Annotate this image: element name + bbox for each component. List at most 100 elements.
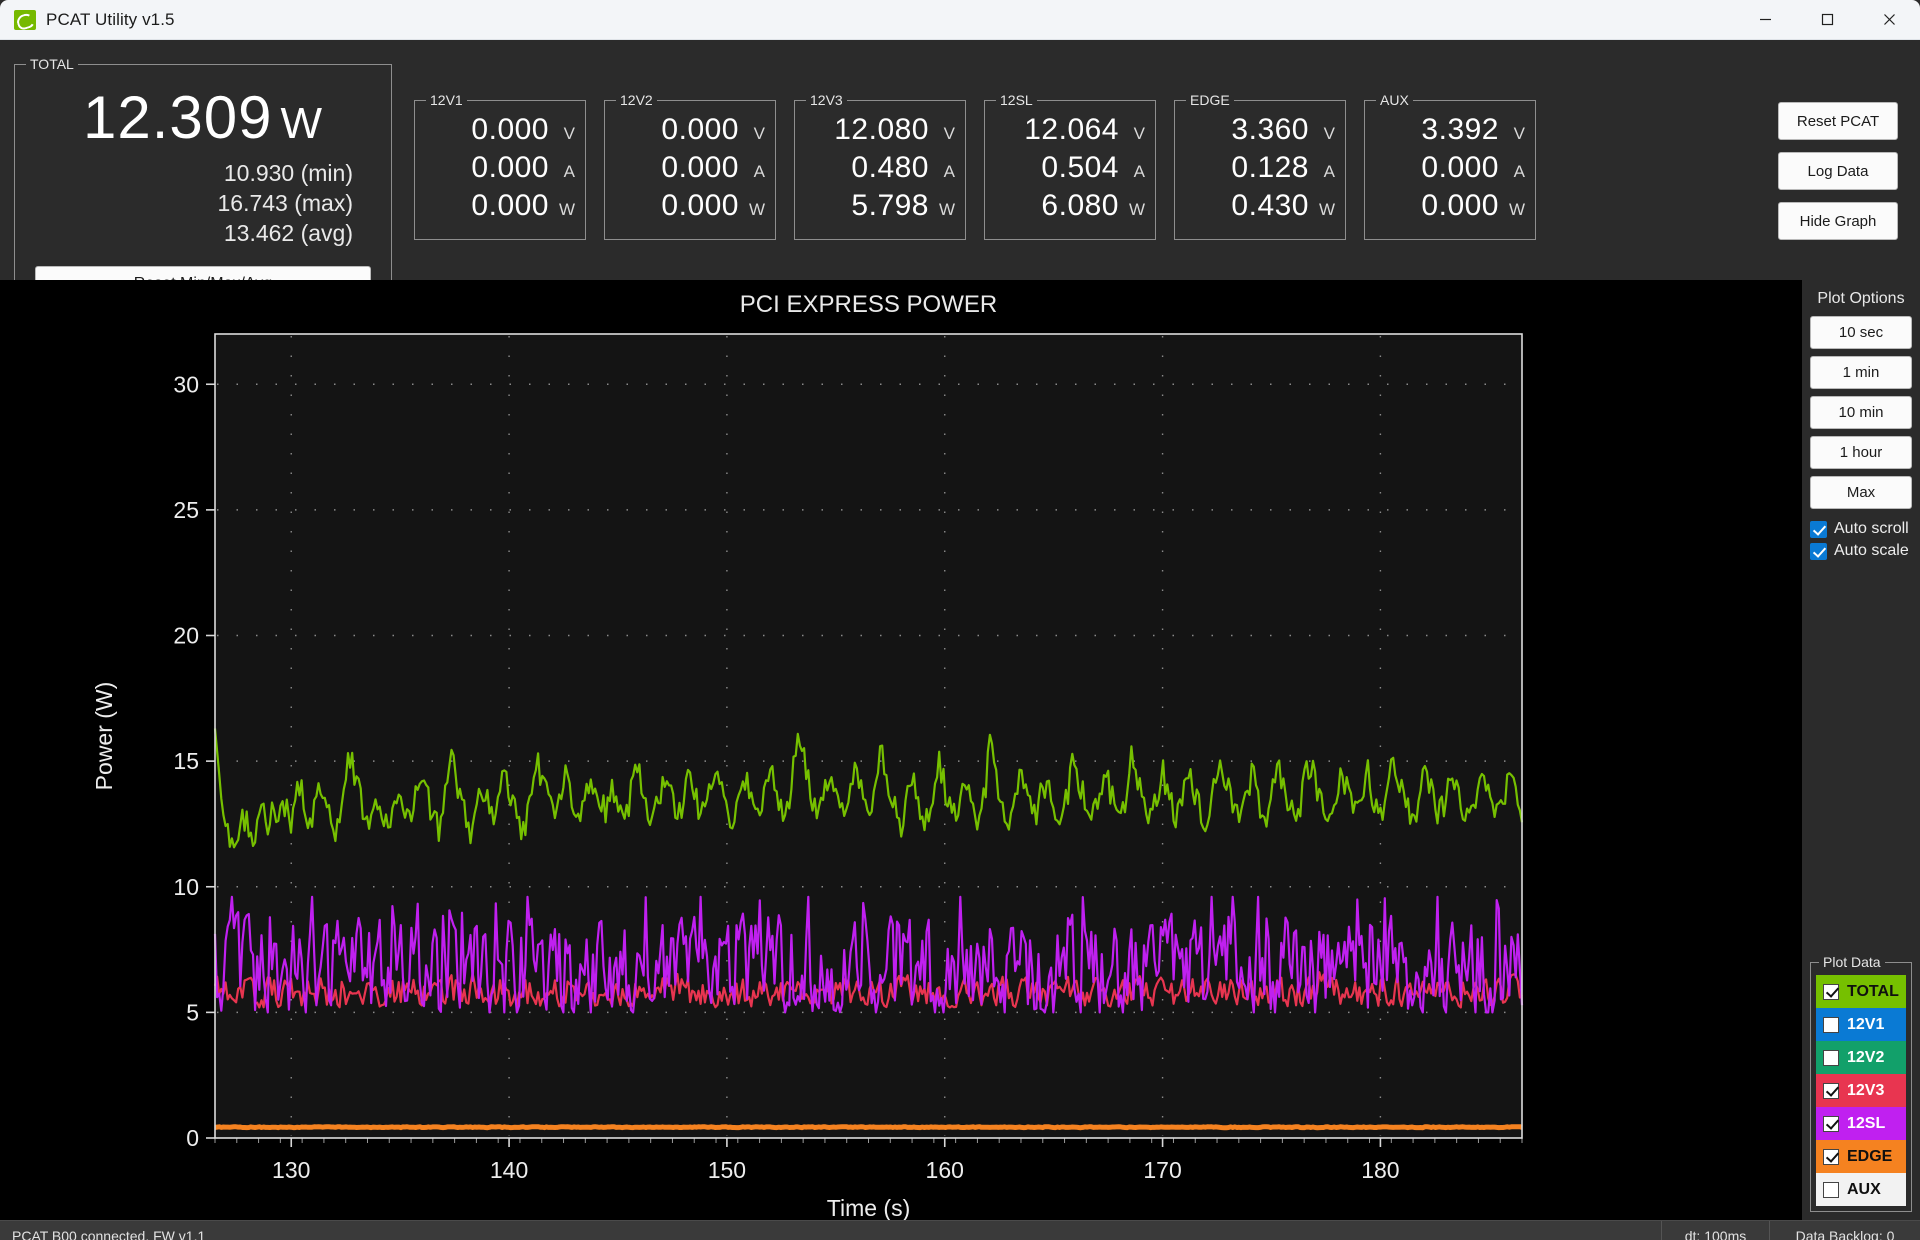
rail-power-unit: W <box>938 200 955 219</box>
action-buttons: Reset PCAT Log Data Hide Graph <box>1778 102 1898 240</box>
checkbox-check-icon <box>1810 542 1827 560</box>
plot-range-10sec-button[interactable]: 10 sec <box>1810 316 1912 349</box>
series-label: 12V3 <box>1847 1081 1885 1099</box>
series-label: 12V1 <box>1847 1015 1885 1033</box>
total-max: 16.743 (max) <box>217 190 353 216</box>
readout-bar: TOTAL 12.309 W 10.930 (min) 16.743 (max) … <box>0 40 1920 339</box>
plot-data-row-total[interactable]: TOTAL <box>1816 975 1906 1008</box>
y-tick-label: 30 <box>173 371 199 397</box>
series-label: EDGE <box>1847 1147 1893 1165</box>
rail-readouts: 12V1 0.000 V 0.000 A 0.000 W 12V2 0.000 V 0.… <box>414 91 1536 240</box>
plot-data-row-12v1[interactable]: 12V1 <box>1816 1008 1906 1041</box>
rail-current-unit: A <box>1323 162 1335 181</box>
chart-title: PCI EXPRESS POWER <box>740 291 997 318</box>
plot-data-row-edge[interactable]: EDGE <box>1816 1140 1906 1173</box>
status-dt: dt: 100ms <box>1662 1221 1770 1240</box>
rail-current: 0.000 <box>1421 151 1499 184</box>
plot-data-row-12sl[interactable]: 12SL <box>1816 1107 1906 1140</box>
rail-panel-12v3: 12V3 12.080 V 0.480 A 5.798 W <box>794 91 966 240</box>
plot-data-row-12v3[interactable]: 12V3 <box>1816 1074 1906 1107</box>
rail-label: EDGE <box>1186 91 1234 109</box>
rail-voltage: 3.360 <box>1231 113 1309 146</box>
plot-data-row-aux[interactable]: AUX <box>1816 1173 1906 1206</box>
rail-voltage: 12.064 <box>1024 113 1119 146</box>
title-bar: PCAT Utility v1.5 <box>0 0 1920 40</box>
rail-power: 5.798 <box>851 189 929 222</box>
auto-scale-label: Auto scale <box>1834 542 1909 559</box>
rail-power: 0.000 <box>661 189 739 222</box>
auto-scroll-checkbox[interactable]: Auto scroll <box>1810 520 1912 538</box>
checkbox-icon <box>1823 1049 1839 1066</box>
rail-panel-aux: AUX 3.392 V 0.000 A 0.000 W <box>1364 91 1536 240</box>
x-axis-label: Time (s) <box>827 1195 910 1220</box>
rail-voltage-unit: V <box>563 124 575 143</box>
total-group-label: TOTAL <box>26 55 78 73</box>
pci-express-power-chart[interactable]: PCI EXPRESS POWER 0 5 10 15 20 25 30 130 140 150 16… <box>0 280 1802 1220</box>
minimize-icon[interactable] <box>1734 0 1796 39</box>
window-controls <box>1734 0 1920 39</box>
rail-current: 0.128 <box>1231 151 1309 184</box>
y-tick-label: 15 <box>173 748 199 774</box>
plot-range-1hour-button[interactable]: 1 hour <box>1810 436 1912 469</box>
nvidia-logo-icon <box>14 9 36 30</box>
total-avg: 13.462 (avg) <box>223 220 353 246</box>
rail-label: 12V2 <box>616 91 657 109</box>
close-icon[interactable] <box>1858 0 1920 39</box>
plot-data-row-12v2[interactable]: 12V2 <box>1816 1041 1906 1074</box>
total-min: 10.930 (min) <box>223 160 353 186</box>
status-connection: PCAT B00 connected, FW v1.1 <box>0 1221 1662 1240</box>
series-label: 12V2 <box>1847 1048 1885 1066</box>
y-tick-label: 10 <box>173 874 199 900</box>
y-tick-label: 0 <box>186 1125 199 1151</box>
plot-data-title: Plot Data <box>1819 953 1885 971</box>
x-tick-label: 170 <box>1143 1157 1181 1183</box>
rail-power-unit: W <box>1128 200 1145 219</box>
series-line-edge <box>214 1124 1523 1131</box>
checkbox-check-icon <box>1823 983 1839 1000</box>
rail-current-unit: A <box>1513 162 1525 181</box>
y-axis-label: Power (W) <box>91 682 117 791</box>
total-stats: 10.930 (min) 16.743 (max) 13.462 (avg) <box>15 158 391 248</box>
rail-voltage-unit: V <box>943 124 955 143</box>
rail-current-unit: A <box>563 162 575 181</box>
checkbox-icon <box>1823 1181 1839 1198</box>
rail-power-unit: W <box>1508 200 1525 219</box>
checkbox-check-icon <box>1810 520 1827 538</box>
window-title: PCAT Utility v1.5 <box>46 9 175 29</box>
x-tick-label: 160 <box>926 1157 964 1183</box>
plot-background <box>215 334 1522 1138</box>
rail-voltage: 0.000 <box>471 113 549 146</box>
maximize-icon[interactable] <box>1796 0 1858 39</box>
plot-range-1min-button[interactable]: 1 min <box>1810 356 1912 389</box>
status-bar: PCAT B00 connected, FW v1.1 dt: 100ms Da… <box>0 1220 1920 1240</box>
plot-range-10min-button[interactable]: 10 min <box>1810 396 1912 429</box>
hide-graph-button[interactable]: Hide Graph <box>1778 202 1898 240</box>
auto-scale-checkbox[interactable]: Auto scale <box>1810 542 1912 560</box>
rail-voltage-unit: V <box>1133 124 1145 143</box>
plot-range-max-button[interactable]: Max <box>1810 476 1912 509</box>
rail-panel-edge: EDGE 3.360 V 0.128 A 0.430 W <box>1174 91 1346 240</box>
rail-voltage-unit: V <box>1323 124 1335 143</box>
rail-label: 12SL <box>996 91 1037 109</box>
status-backlog: Data Backlog: 0 <box>1795 1227 1895 1240</box>
rail-current: 0.000 <box>471 151 549 184</box>
total-power-number: 12.309 <box>82 84 273 151</box>
y-tick-label: 25 <box>173 497 199 523</box>
rail-label: 12V1 <box>426 91 467 109</box>
main-area: PCI EXPRESS POWER 0 5 10 15 20 25 30 130 140 150 16… <box>0 280 1920 1220</box>
x-tick-label: 140 <box>490 1157 528 1183</box>
reset-pcat-button[interactable]: Reset PCAT <box>1778 102 1898 140</box>
rail-power: 0.000 <box>1421 189 1499 222</box>
series-label: 12SL <box>1847 1114 1886 1132</box>
x-tick-label: 150 <box>708 1157 746 1183</box>
log-data-button[interactable]: Log Data <box>1778 152 1898 190</box>
rail-current-unit: A <box>753 162 765 181</box>
checkbox-check-icon <box>1823 1115 1839 1132</box>
x-tick-label: 130 <box>272 1157 310 1183</box>
rail-voltage: 12.080 <box>834 113 929 146</box>
checkbox-check-icon <box>1823 1148 1839 1165</box>
checkbox-check-icon <box>1823 1082 1839 1099</box>
rail-voltage: 0.000 <box>661 113 739 146</box>
plot-area[interactable]: PCI EXPRESS POWER 0 5 10 15 20 25 30 130 140 150 16… <box>0 280 1802 1220</box>
rail-current-unit: A <box>1133 162 1145 181</box>
